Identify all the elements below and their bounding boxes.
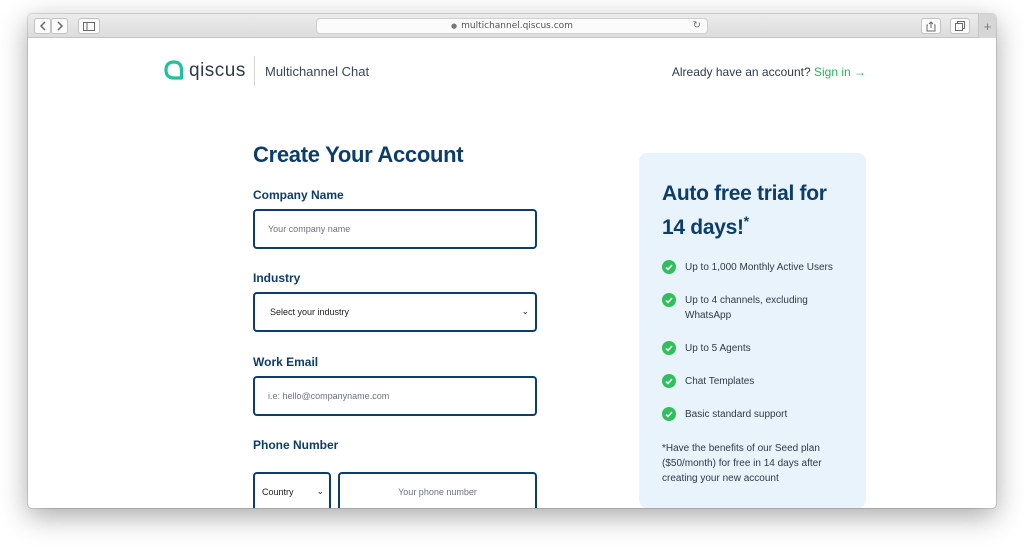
company-label: Company Name [253, 188, 344, 202]
qiscus-logo-icon [164, 60, 184, 80]
benefit-text: Basic standard support [685, 409, 788, 420]
tabs-button[interactable] [950, 18, 970, 34]
back-button[interactable] [34, 18, 51, 34]
qiscus-logo[interactable]: qiscus [164, 60, 246, 82]
benefit-text: Up to 1,000 Monthly Active Users [685, 262, 833, 273]
email-label: Work Email [253, 355, 319, 369]
tabs-icon [955, 21, 965, 31]
check-circle-icon [662, 260, 676, 274]
signin-link[interactable]: Sign in → [814, 65, 866, 79]
company-name-input[interactable]: Your company name [253, 209, 537, 249]
benefit-text: Up to 5 Agents [685, 343, 751, 354]
industry-select[interactable]: Select your industry ⌄ [253, 292, 537, 332]
phone-number-input[interactable]: Your phone number [338, 472, 537, 508]
check-circle-icon [662, 374, 676, 388]
industry-label: Industry [253, 271, 301, 285]
benefit-text: Up to 4 channels, excluding WhatsApp [685, 295, 808, 321]
product-name: Multichannel Chat [265, 64, 370, 79]
industry-selected-value: Select your industry [270, 307, 350, 317]
new-tab-button[interactable]: + [978, 14, 996, 38]
lock-icon: ● [451, 22, 458, 30]
promo-title: Auto free trial for 14 days!* [662, 177, 852, 245]
address-bar[interactable]: ● multichannel.qiscus.com ↻ [316, 18, 708, 34]
country-selected-value: Country [262, 487, 294, 497]
chevron-down-icon: ⌄ [521, 306, 529, 316]
sidebar-button[interactable] [78, 18, 100, 34]
company-placeholder: Your company name [268, 224, 351, 234]
phone-label: Phone Number [253, 438, 339, 452]
country-select[interactable]: Country ⌄ [253, 472, 331, 508]
url-text: multichannel.qiscus.com [461, 21, 573, 31]
logo-wordmark: qiscus [189, 60, 246, 81]
benefit-item: Up to 5 Agents [662, 341, 845, 356]
plus-icon: + [983, 18, 992, 34]
work-email-input[interactable]: i.e: hello@companyname.com [253, 376, 537, 416]
promo-title-mark: * [743, 213, 749, 229]
email-placeholder: i.e: hello@companyname.com [268, 391, 390, 401]
forward-button[interactable] [51, 18, 68, 34]
benefit-item: Up to 4 channels, excluding WhatsApp [662, 293, 845, 323]
signin-row: Already have an account? Sign in → [672, 65, 866, 79]
benefit-item: Chat Templates [662, 374, 845, 389]
phone-placeholder: Your phone number [398, 487, 477, 497]
benefit-item: Up to 1,000 Monthly Active Users [662, 260, 845, 275]
trial-promo-card: Auto free trial for 14 days!* Up to 1,00… [639, 153, 866, 508]
check-circle-icon [662, 407, 676, 421]
reload-icon[interactable]: ↻ [693, 19, 701, 33]
chevron-left-icon [39, 21, 46, 31]
header-divider [254, 56, 255, 86]
check-circle-icon [662, 293, 676, 307]
benefit-item: Basic standard support [662, 407, 845, 422]
signup-page: qiscus Multichannel Chat Already have an… [28, 38, 996, 508]
browser-window: ● multichannel.qiscus.com ↻ + qiscus Mul… [28, 14, 996, 508]
share-icon [926, 20, 936, 31]
browser-toolbar: ● multichannel.qiscus.com ↻ + [28, 14, 996, 38]
promo-footnote: *Have the benefits of our Seed plan ($50… [662, 443, 822, 484]
form-title: Create Your Account [253, 142, 464, 167]
benefit-text: Chat Templates [685, 376, 755, 387]
signin-prompt: Already have an account? [671, 65, 811, 79]
chevron-right-icon [56, 21, 63, 31]
chevron-down-icon: ⌄ [316, 486, 324, 496]
promo-title-text: Auto free trial for 14 days! [662, 182, 827, 239]
share-button[interactable] [921, 18, 941, 34]
check-circle-icon [662, 341, 676, 355]
sidebar-icon [83, 21, 95, 31]
